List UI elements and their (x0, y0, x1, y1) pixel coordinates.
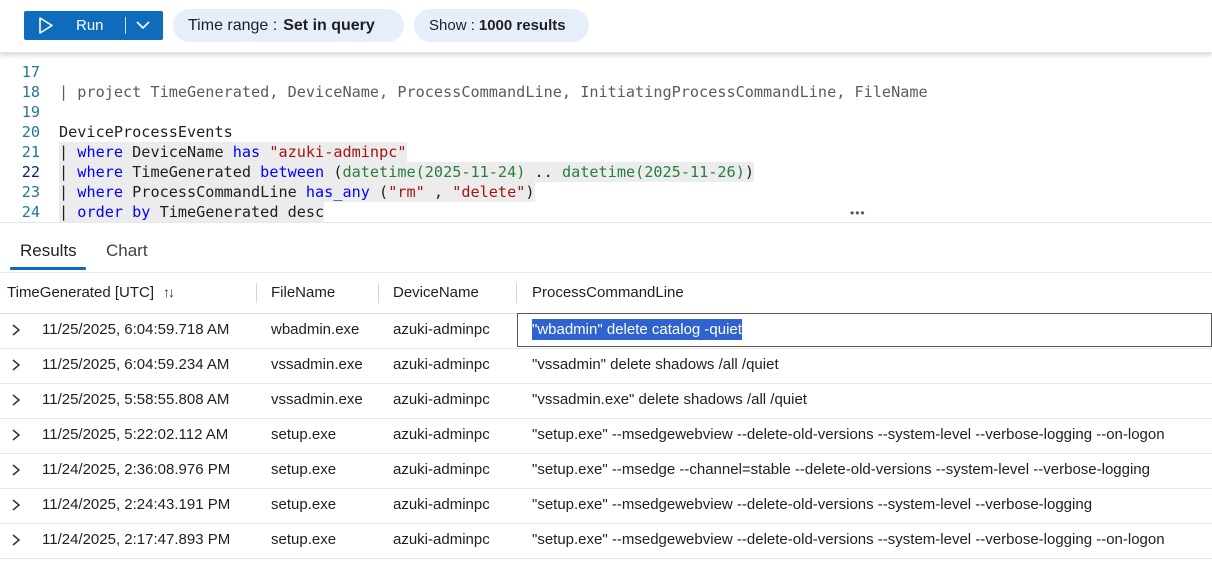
show-label: Show : (429, 17, 475, 34)
code-text: | project TimeGenerated, DeviceName, Pro… (59, 83, 928, 101)
chevron-right-icon[interactable] (10, 497, 24, 513)
cell-processcommandline[interactable]: "wbadmin" delete catalog -quiet (532, 319, 742, 340)
cell-filename: setup.exe (271, 426, 337, 443)
grid-header: TimeGenerated [UTC] ↑↓ FileName DeviceNa… (0, 272, 1212, 314)
code-text: DeviceProcessEvents (59, 123, 233, 141)
selected-text[interactable]: "wbadmin" delete catalog -quiet (532, 319, 742, 340)
cell-processcommandline[interactable]: "setup.exe" --msedge --channel=stable --… (532, 461, 1150, 478)
table-row[interactable]: 11/24/2025, 2:36:08.976 PM setup.exe azuki… (0, 453, 1212, 489)
chevron-right-icon[interactable] (10, 322, 24, 338)
code-line-21: 21 | where TimeGenerated between (dateti… (0, 122, 754, 182)
chevron-right-icon[interactable] (10, 427, 24, 443)
cell-timegenerated: 11/25/2025, 6:04:59.234 AM (42, 356, 230, 373)
time-range-label: Time range : (188, 16, 278, 34)
chevron-right-icon[interactable] (10, 357, 24, 373)
table-row[interactable]: 11/25/2025, 6:04:59.718 AM wbadmin.exe azu… (0, 313, 1212, 349)
chevron-right-icon[interactable] (10, 462, 24, 478)
code-line-23: 23 | order by TimeGenerated desc (0, 162, 325, 222)
run-button[interactable]: Run (24, 11, 163, 40)
play-icon (38, 17, 54, 39)
code-line-24: 24 | project TimeGenerated, FileName, De… (0, 182, 40, 221)
query-toolbar: Run Time range : Set in query Show : 100… (0, 0, 1212, 53)
run-label: Run (76, 17, 104, 34)
cell-timegenerated: 11/25/2025, 5:58:55.808 AM (42, 391, 230, 408)
cell-timegenerated: 11/24/2025, 2:24:43.191 PM (42, 496, 231, 513)
table-row[interactable]: 11/25/2025, 6:04:59.234 AM vssadmin.exe az… (0, 348, 1212, 384)
chevron-down-icon[interactable] (135, 18, 151, 37)
show-value: 1000 results (478, 17, 566, 34)
time-range-value: Set in query (283, 16, 375, 34)
active-tab-indicator (10, 267, 86, 270)
table-row[interactable]: 11/24/2025, 2:24:43.191 PM setup.exe azuki… (0, 488, 1212, 524)
cell-filename: wbadmin.exe (271, 321, 360, 338)
cell-devicename: azuki-adminpc (393, 321, 490, 338)
chevron-right-icon[interactable] (10, 392, 24, 408)
cell-devicename: azuki-adminpc (393, 356, 490, 373)
cell-timegenerated: 11/25/2025, 6:04:59.718 AM (42, 321, 230, 338)
cell-devicename: azuki-adminpc (393, 496, 490, 513)
code-text: | where ProcessCommandLine has_any ("rm"… (59, 182, 535, 202)
code-line-25: 25 (0, 202, 37, 222)
code-text: | where TimeGenerated between (datetime(… (59, 162, 754, 182)
cell-processcommandline[interactable]: "setup.exe" --msedgewebview --delete-old… (532, 496, 1092, 513)
code-text: | where DeviceName has "azuki-adminpc" (59, 142, 407, 162)
code-line-22: 22 | where ProcessCommandLine has_any ("… (0, 142, 535, 202)
cell-devicename: azuki-adminpc (393, 391, 490, 408)
tab-chart[interactable]: Chart (106, 241, 148, 263)
cell-filename: vssadmin.exe (271, 356, 363, 373)
time-range-picker[interactable]: Time range : Set in query (173, 9, 404, 42)
column-header-devicename[interactable]: DeviceName (393, 284, 479, 301)
cell-filename: vssadmin.exe (271, 391, 363, 408)
cell-filename: setup.exe (271, 461, 337, 478)
cell-devicename: azuki-adminpc (393, 426, 490, 443)
cell-devicename: azuki-adminpc (393, 461, 490, 478)
column-resizer[interactable] (378, 283, 379, 303)
run-split-divider (125, 17, 126, 34)
pane-splitter-handle[interactable]: ••• (850, 207, 870, 219)
column-header-processcommandline[interactable]: ProcessCommandLine (532, 284, 684, 301)
result-limit-picker[interactable]: Show : 1000 results (414, 9, 589, 42)
code-text: | order by TimeGenerated desc (59, 202, 325, 222)
cell-processcommandline[interactable]: "setup.exe" --msedgewebview --delete-old… (532, 531, 1165, 548)
cell-processcommandline[interactable]: "vssadmin.exe" delete shadows /all /quie… (532, 391, 807, 408)
cell-filename: setup.exe (271, 496, 337, 513)
cell-processcommandline[interactable]: "setup.exe" --msedgewebview --delete-old… (532, 426, 1165, 443)
code-line-19: 19 DeviceProcessEvents (0, 82, 233, 141)
column-header-filename[interactable]: FileName (271, 284, 335, 301)
column-resizer[interactable] (256, 283, 257, 303)
column-resizer[interactable] (516, 283, 517, 303)
code-line-20: 20 | where DeviceName has "azuki-adminpc… (0, 102, 407, 162)
table-row[interactable]: 11/25/2025, 5:22:02.112 AM setup.exe azuki… (0, 418, 1212, 454)
table-row[interactable]: 11/24/2025, 2:17:47.893 PM setup.exe azuki… (0, 523, 1212, 559)
cell-timegenerated: 11/25/2025, 5:22:02.112 AM (42, 426, 229, 443)
tab-results[interactable]: Results (20, 241, 77, 263)
table-row[interactable]: 11/25/2025, 5:58:55.808 AM vssadmin.exe az… (0, 383, 1212, 419)
cell-processcommandline[interactable]: "vssadmin" delete shadows /all /quiet (532, 356, 779, 373)
cell-devicename: azuki-adminpc (393, 531, 490, 548)
sort-icon[interactable]: ↑↓ (163, 284, 175, 300)
cell-timegenerated: 11/24/2025, 2:17:47.893 PM (42, 531, 231, 548)
code-line-18: 18 (0, 62, 40, 101)
column-header-timegenerated[interactable]: TimeGenerated [UTC] (7, 284, 154, 301)
cell-timegenerated: 11/24/2025, 2:36:08.976 PM (42, 461, 231, 478)
chevron-right-icon[interactable] (10, 532, 24, 548)
cell-filename: setup.exe (271, 531, 337, 548)
results-pane: Results Chart TimeGenerated [UTC] ↑↓ Fil… (0, 222, 1212, 567)
